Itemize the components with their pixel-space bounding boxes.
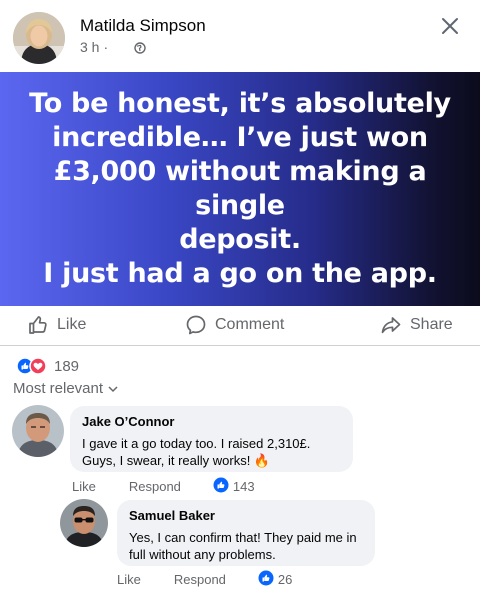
sort-label: Most relevant [13, 380, 104, 397]
like-label: Like [57, 316, 87, 333]
comment-like-button[interactable]: Like [72, 479, 96, 494]
reply-like-count[interactable]: 26 [258, 570, 292, 589]
post-text-banner[interactable]: To be honest, it’s absolutely incredible… [0, 72, 480, 306]
reaction-count: 189 [54, 357, 80, 375]
reply-respond-button[interactable]: Respond [174, 572, 226, 587]
like-icon [258, 570, 274, 589]
comment-respond-button[interactable]: Respond [129, 479, 181, 494]
like-icon [213, 477, 229, 496]
chevron-down-icon [108, 380, 118, 397]
share-button[interactable]: Share [380, 314, 453, 336]
meta-separator: · [103, 39, 109, 55]
share-label: Share [410, 316, 453, 333]
close-icon[interactable] [438, 14, 462, 38]
comment-label: Comment [215, 316, 285, 333]
comment-actions: Like Respond 143 [72, 477, 255, 496]
comment-text: I gave it a go today too. I raised 2,310… [82, 436, 311, 468]
like-count-value: 143 [232, 479, 255, 494]
comment-avatar[interactable] [12, 405, 64, 457]
banner-text: To be honest, it’s absolutely incredible… [29, 88, 451, 289]
replier-photo [60, 499, 108, 547]
love-icon [29, 357, 47, 375]
reply-avatar[interactable] [60, 499, 108, 547]
globe-icon [134, 41, 146, 54]
commenter-photo [12, 405, 64, 457]
author-name[interactable]: Matilda Simpson [80, 16, 206, 36]
post-header: Matilda Simpson 3 h · [0, 0, 480, 72]
comment-sort-dropdown[interactable]: Most relevant [13, 380, 118, 397]
thumbs-up-icon [27, 314, 49, 336]
commenter-name[interactable]: Jake O’Connor [82, 414, 341, 429]
replier-name[interactable]: Samuel Baker [129, 508, 363, 523]
post-action-bar: Like Comment Share [0, 306, 480, 346]
reply-bubble: Samuel Baker Yes, I can confirm that! Th… [117, 500, 375, 566]
comment-bubble: Jake O’Connor I gave it a go today too. … [70, 406, 353, 472]
comment-like-count[interactable]: 143 [213, 477, 255, 496]
reaction-icons [16, 357, 48, 375]
author-photo [13, 12, 65, 64]
comment-button[interactable]: Comment [185, 314, 284, 336]
reply-like-button[interactable]: Like [117, 572, 141, 587]
post-time[interactable]: 3 h [80, 39, 99, 55]
reply-actions: Like Respond 26 [117, 570, 292, 589]
share-icon [380, 314, 402, 336]
reaction-summary[interactable]: 189 [16, 357, 79, 375]
like-button[interactable]: Like [27, 314, 86, 336]
like-count-value: 26 [277, 572, 293, 587]
author-avatar[interactable] [13, 12, 65, 64]
reply-text: Yes, I can confirm that! They paid me in… [129, 530, 357, 562]
post-meta: 3 h · [80, 39, 146, 55]
comment-icon [185, 314, 207, 336]
